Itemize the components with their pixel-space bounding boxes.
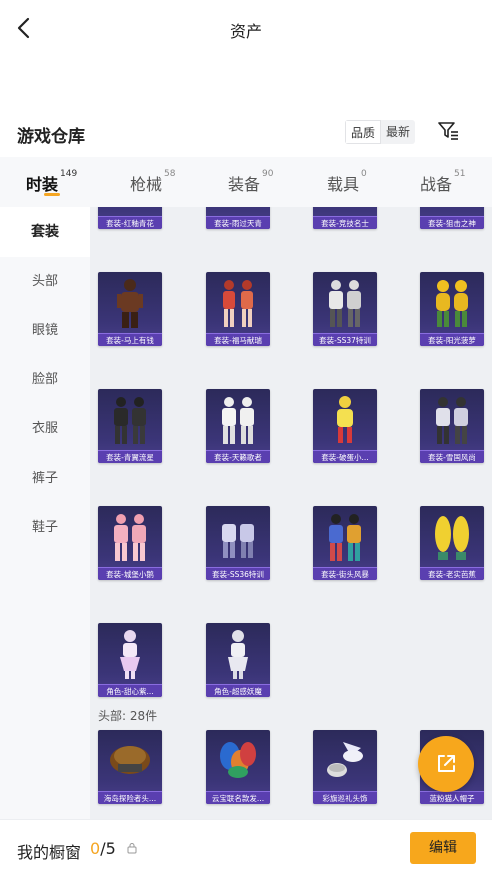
item-card[interactable]: 套装-SS36特训 — [206, 506, 270, 580]
item-card[interactable]: 套装-马上有钱 — [98, 272, 162, 346]
item-label: 角色-甜心紫... — [98, 684, 162, 697]
item-label: 套装-青翼流星 — [98, 450, 162, 463]
item-card[interactable]: 套装-SS37特训 — [313, 272, 377, 346]
sidebar: 套装 头部 眼镜 脸部 衣服 裤子 鞋子 — [0, 207, 90, 819]
lock-icon — [127, 843, 137, 854]
bottom-bar: 我的橱窗 0/5 编辑 — [0, 819, 492, 876]
category-tabs: 时装149 枪械58 装备90 载具0 战备51 — [0, 157, 492, 207]
item-card[interactable]: 套装-红釉青花 — [98, 207, 162, 229]
item-grid: 套装-红釉青花 套装-雨过天青 套装-竞技名士 套装-狙击之神 套装-马上有钱 … — [90, 207, 492, 819]
item-label: 海岛探险者头... — [98, 791, 162, 804]
item-card[interactable]: 角色-甜心紫... — [98, 623, 162, 697]
tab-vehicles[interactable]: 载具0 — [327, 169, 367, 195]
item-card[interactable]: 云宝联名款发... — [206, 730, 270, 804]
sidebar-item-suits[interactable]: 套装 — [0, 207, 90, 257]
share-button[interactable] — [418, 736, 474, 792]
item-card[interactable]: 彩旗巡礼头饰 — [313, 730, 377, 804]
sidebar-item-head[interactable]: 头部 — [0, 257, 90, 307]
item-card[interactable]: 套装-老实芭蕉 — [420, 506, 484, 580]
section-title: 游戏仓库 — [17, 127, 85, 147]
item-card[interactable]: 套装-破蛋小... — [313, 389, 377, 463]
sidebar-item-pants[interactable]: 裤子 — [0, 454, 90, 504]
item-card[interactable]: 套装-街头风暴 — [313, 506, 377, 580]
item-label: 套装-狙击之神 — [420, 216, 484, 229]
outfit-figure-icon — [329, 280, 361, 327]
edit-button[interactable]: 编辑 — [410, 832, 476, 864]
item-label: 套装-阳光菠萝 — [420, 333, 484, 346]
outfit-figure-icon — [436, 280, 468, 327]
tab-firearms[interactable]: 枪械58 — [130, 169, 175, 195]
hair-icon — [220, 742, 256, 778]
sort-option-newest[interactable]: 最新 — [381, 120, 415, 144]
outfit-figure-icon — [329, 514, 361, 561]
item-label: 套装-天籁歌者 — [206, 450, 270, 463]
sort-option-quality[interactable]: 品质 — [345, 120, 382, 144]
item-card[interactable]: 角色-超感妖魔 — [206, 623, 270, 697]
sort-toggle: 品质 最新 — [345, 120, 416, 144]
active-tab-indicator — [44, 193, 60, 196]
item-label: 套装-红釉青花 — [98, 216, 162, 229]
outfit-figure-icon — [223, 280, 253, 327]
item-card[interactable]: 套装-福马献瑞 — [206, 272, 270, 346]
outfit-figure-icon — [222, 524, 254, 558]
item-label: 套装-老实芭蕉 — [420, 567, 484, 580]
headwear-icon — [327, 742, 363, 777]
item-card[interactable]: 海岛探险者头... — [98, 730, 162, 804]
outfit-figure-icon — [436, 397, 468, 444]
item-label: 套装-马上有钱 — [98, 333, 162, 346]
filter-icon[interactable] — [436, 119, 460, 143]
item-card[interactable]: 套装-城堡小鹅 — [98, 506, 162, 580]
item-label: 套装-SS37特训 — [313, 333, 377, 346]
tab-equipment[interactable]: 装备90 — [228, 169, 273, 195]
item-card[interactable]: 套装-天籁歌者 — [206, 389, 270, 463]
item-label: 套装-SS36特训 — [206, 567, 270, 580]
item-label: 套装-城堡小鹅 — [98, 567, 162, 580]
item-label: 角色-超感妖魔 — [206, 684, 270, 697]
hat-icon — [110, 746, 150, 774]
showcase-count: 0/5 — [90, 839, 116, 858]
tab-fashion[interactable]: 时装149 — [26, 169, 77, 195]
sidebar-item-shoes[interactable]: 鞋子 — [0, 503, 90, 553]
item-label: 套装-街头风暴 — [313, 567, 377, 580]
outfit-figure-icon — [222, 397, 254, 444]
item-card[interactable]: 套装-阳光菠萝 — [420, 272, 484, 346]
outfit-figure-icon — [117, 279, 143, 328]
item-card[interactable]: 套装-竞技名士 — [313, 207, 377, 229]
item-card[interactable]: 套装-雪国风尚 — [420, 389, 484, 463]
group-header-head: 头部: 28件 — [98, 709, 158, 723]
outfit-figure-icon — [435, 516, 469, 560]
external-link-icon — [438, 755, 455, 772]
outfit-figure-icon — [120, 630, 140, 679]
item-card[interactable]: 套装-青翼流星 — [98, 389, 162, 463]
item-label: 套装-竞技名士 — [313, 216, 377, 229]
item-card[interactable]: 套装-雨过天青 — [206, 207, 270, 229]
item-label: 套装-福马献瑞 — [206, 333, 270, 346]
page-title: 资产 — [229, 22, 262, 41]
tab-combat-supplies[interactable]: 战备51 — [420, 169, 465, 195]
top-bar: 资产 — [0, 0, 492, 60]
item-label: 套装-雪国风尚 — [420, 450, 484, 463]
sidebar-item-glasses[interactable]: 眼镜 — [0, 306, 90, 356]
item-label: 彩旗巡礼头饰 — [313, 791, 377, 804]
sidebar-item-clothes[interactable]: 衣服 — [0, 404, 90, 454]
showcase-label: 我的橱窗 — [17, 843, 82, 862]
item-label: 蓝粉猫人帽子 — [420, 791, 484, 804]
outfit-figure-icon — [114, 397, 146, 444]
item-label: 套装-破蛋小... — [313, 450, 377, 463]
sidebar-item-face[interactable]: 脸部 — [0, 355, 90, 405]
outfit-figure-icon — [228, 630, 248, 679]
outfit-figure-icon — [337, 396, 353, 443]
outfit-figure-icon — [114, 514, 146, 561]
item-label: 云宝联名款发... — [206, 791, 270, 804]
item-label: 套装-雨过天青 — [206, 216, 270, 229]
item-card[interactable]: 套装-狙击之神 — [420, 207, 484, 229]
